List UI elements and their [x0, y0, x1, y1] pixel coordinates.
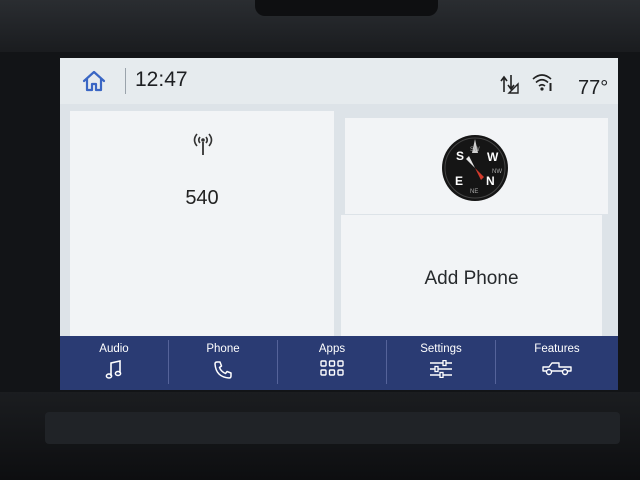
clock: 12:47 [135, 68, 188, 91]
home-icon [82, 70, 106, 92]
nav-settings[interactable]: Settings [387, 336, 495, 390]
nav-phone-label: Phone [206, 343, 240, 355]
compass-tile: S W E N SW NW NE [345, 118, 608, 214]
phone-icon [214, 361, 232, 379]
bottom-nav-bar: Audio Phone Apps Settings Features [60, 336, 618, 390]
nav-apps-label: Apps [318, 343, 346, 355]
status-divider [125, 68, 126, 94]
compass-label-nw: NW [492, 169, 502, 175]
nav-phone[interactable]: Phone [169, 336, 277, 390]
network-signal-icon [500, 75, 519, 94]
nav-features[interactable]: Features [496, 336, 618, 390]
compass-label-w: W [487, 150, 499, 164]
sliders-icon [430, 360, 452, 378]
add-phone-tile[interactable]: Add Phone [341, 215, 602, 344]
radio-tile[interactable]: 540 [70, 111, 334, 343]
apps-grid-icon [320, 360, 344, 376]
infotainment-screen: 12:47 77° 540 S W E N SW NW NE Add Phone… [60, 58, 618, 390]
compass-icon: S W E N SW NW NE [442, 135, 508, 201]
nav-audio-label: Audio [99, 343, 129, 355]
truck-icon [542, 362, 572, 376]
add-phone-label: Add Phone [424, 268, 519, 289]
nav-features-label: Features [534, 343, 580, 355]
dashboard-vent [255, 0, 438, 16]
radio-antenna-icon [193, 133, 213, 155]
compass-label-s: S [456, 149, 464, 163]
compass-label-ne: NE [470, 189, 478, 195]
wifi-icon [532, 74, 552, 91]
home-button[interactable] [80, 67, 108, 95]
outside-temperature: 77° [578, 77, 609, 99]
nav-settings-label: Settings [420, 343, 462, 355]
compass-label-e: E [455, 174, 463, 188]
radio-station-frequency: 540 [185, 187, 219, 209]
nav-apps[interactable]: Apps [278, 336, 386, 390]
dashboard-slot [45, 412, 620, 444]
compass-label-sw: SW [470, 147, 480, 153]
status-bar: 12:47 77° [60, 58, 618, 104]
music-note-icon [105, 360, 122, 379]
compass-label-n: N [486, 174, 495, 188]
nav-audio[interactable]: Audio [60, 336, 168, 390]
